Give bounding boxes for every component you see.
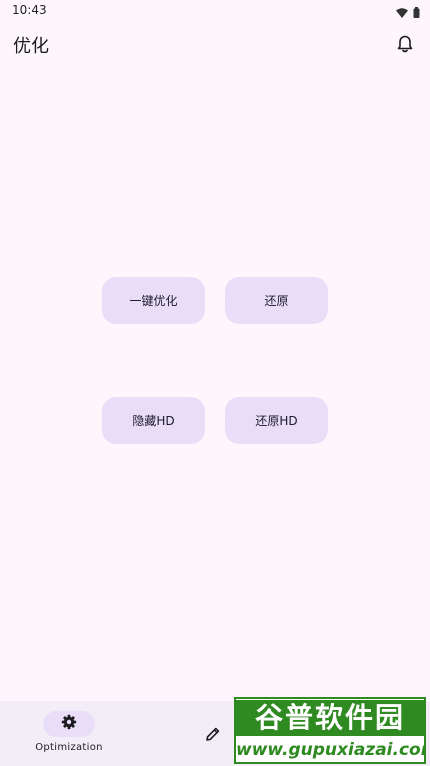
nav-item-optimization[interactable]: Optimization: [28, 711, 110, 753]
pencil-icon: [205, 726, 221, 746]
bell-icon[interactable]: [394, 33, 416, 55]
nav-active-indicator: [43, 711, 95, 737]
one-click-optimize-button[interactable]: 一键优化: [102, 277, 205, 324]
nav-label-optimization: Optimization: [35, 742, 103, 753]
top-app-bar: 优化: [0, 28, 430, 64]
page-title: 优化: [13, 36, 49, 57]
restore-hd-button[interactable]: 还原HD: [225, 397, 328, 444]
status-bar: 10:43: [0, 0, 430, 22]
hide-hd-button[interactable]: 隐藏HD: [102, 397, 205, 444]
restore-button[interactable]: 还原: [225, 277, 328, 324]
battery-icon: [413, 3, 420, 22]
watermark-url: www.gupuxiazai.com: [236, 740, 426, 760]
watermark-logo: 谷普软件园 www.gupuxiazai.com: [234, 697, 426, 764]
watermark-title: 谷普软件园: [236, 700, 424, 736]
nav-item-edit[interactable]: [200, 723, 226, 749]
status-icons: [396, 3, 420, 22]
status-time: 10:43: [12, 3, 47, 17]
gear-icon: [61, 714, 77, 734]
wifi-icon: [396, 3, 408, 22]
